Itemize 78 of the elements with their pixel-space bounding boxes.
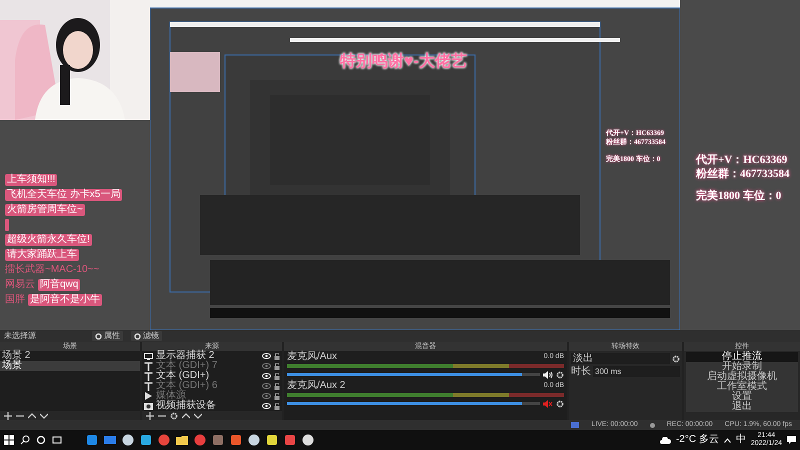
chevron-up-icon[interactable] <box>724 438 731 442</box>
app-icon[interactable] <box>176 434 188 446</box>
control-button[interactable]: 退出 <box>686 402 798 412</box>
move-down-icon[interactable] <box>194 412 202 418</box>
notice-bar <box>5 219 9 231</box>
settings-icon[interactable] <box>556 370 564 378</box>
source-item[interactable]: 文本 (GDI+) <box>156 371 259 381</box>
stream-title: 特别鸣谢♥-大佬艺 <box>340 52 467 72</box>
info-text: 粉丝群：467733584 <box>696 167 790 181</box>
notice-text: 擂长武器~MAC-10~~ <box>5 264 100 276</box>
control-button[interactable]: 停止推流 <box>686 352 798 362</box>
scene-item[interactable]: 场景 2 <box>0 351 140 361</box>
windows-icon[interactable] <box>4 435 14 445</box>
control-button[interactable]: 设置 <box>686 392 798 402</box>
cloud-icon <box>660 436 671 444</box>
source-item[interactable]: 文本 (GDI+) 7 <box>156 361 259 371</box>
transition-select[interactable]: 淡出 <box>571 353 670 364</box>
text-icon <box>144 362 153 370</box>
play-icon <box>144 392 153 400</box>
volume-slider[interactable] <box>287 402 540 405</box>
record-icon <box>650 422 655 428</box>
text-icon <box>144 382 153 390</box>
circle-icon[interactable] <box>36 435 46 445</box>
lock-icon[interactable] <box>274 362 280 370</box>
source-item[interactable]: 显示器捕获 2 <box>156 351 259 361</box>
monitor-icon <box>144 352 153 360</box>
notice-tag: 火箭房管周车位~ <box>5 204 85 216</box>
text-icon <box>144 372 153 380</box>
info-text: 完美1800 车位：0 <box>696 189 782 203</box>
notice-tag: 上车须知!!! <box>5 174 58 186</box>
notice-tag: 阿音qwq <box>38 279 80 291</box>
source-item[interactable]: 媒体源 <box>156 391 259 401</box>
app-icon[interactable] <box>140 434 152 446</box>
lock-icon[interactable] <box>274 402 280 410</box>
source-item[interactable]: 视频捕获设备 <box>156 401 259 411</box>
stream-icon <box>571 422 580 428</box>
properties-button[interactable]: 属性 <box>92 331 123 341</box>
notice-tag: 请大家踊跃上车 <box>5 249 79 261</box>
app-icon[interactable] <box>302 434 314 446</box>
volume-slider[interactable] <box>287 373 540 376</box>
notice-text: 国胖 <box>5 294 25 306</box>
move-down-icon[interactable] <box>40 412 48 418</box>
move-up-icon[interactable] <box>182 412 190 418</box>
move-up-icon[interactable] <box>28 412 36 418</box>
weather-text: -2°C 多云 <box>676 435 719 445</box>
settings-icon[interactable] <box>672 354 680 362</box>
input-method[interactable]: 中 <box>736 435 746 445</box>
settings-icon[interactable] <box>170 412 178 420</box>
app-icon[interactable] <box>266 434 278 446</box>
duration-field[interactable]: 300 ms <box>593 366 680 377</box>
duration-label: 时长 <box>571 366 591 377</box>
app-icon[interactable] <box>248 434 260 446</box>
speaker-icon[interactable] <box>543 370 553 378</box>
control-button[interactable]: 工作室模式 <box>686 382 798 392</box>
settings-icon[interactable] <box>556 400 564 408</box>
control-button[interactable]: 开始录制 <box>686 362 798 372</box>
scene-item[interactable]: 场景 <box>0 361 140 371</box>
control-button[interactable]: 启动虚拟摄像机 <box>686 372 798 382</box>
notice-tag: 是阿音不是小牛 <box>28 294 102 306</box>
app-icon[interactable] <box>122 434 134 446</box>
channel-name: 麦克风/Aux <box>287 352 338 362</box>
selection-label: 未选择源 <box>4 330 37 342</box>
notice-tag: 超级火箭永久车位! <box>5 234 92 246</box>
notification-icon[interactable] <box>787 436 796 444</box>
add-icon[interactable] <box>4 412 12 420</box>
info-text: 代开+V：HC63369 <box>696 153 788 167</box>
lock-icon[interactable] <box>274 392 280 400</box>
channel-name: 麦克风/Aux 2 <box>287 381 346 391</box>
task-view-icon[interactable] <box>52 435 62 445</box>
add-icon[interactable] <box>146 412 154 420</box>
lock-icon[interactable] <box>274 382 280 390</box>
notice-tag: 飞机全天车位 办卡x5一局 <box>5 189 122 201</box>
lock-icon[interactable] <box>274 352 280 360</box>
filters-button[interactable]: 滤镜 <box>131 331 162 341</box>
lock-icon[interactable] <box>274 372 280 380</box>
search-icon[interactable] <box>20 435 30 445</box>
source-item[interactable]: 文本 (GDI+) 6 <box>156 381 259 391</box>
notice-text: 网易云 <box>5 279 35 291</box>
